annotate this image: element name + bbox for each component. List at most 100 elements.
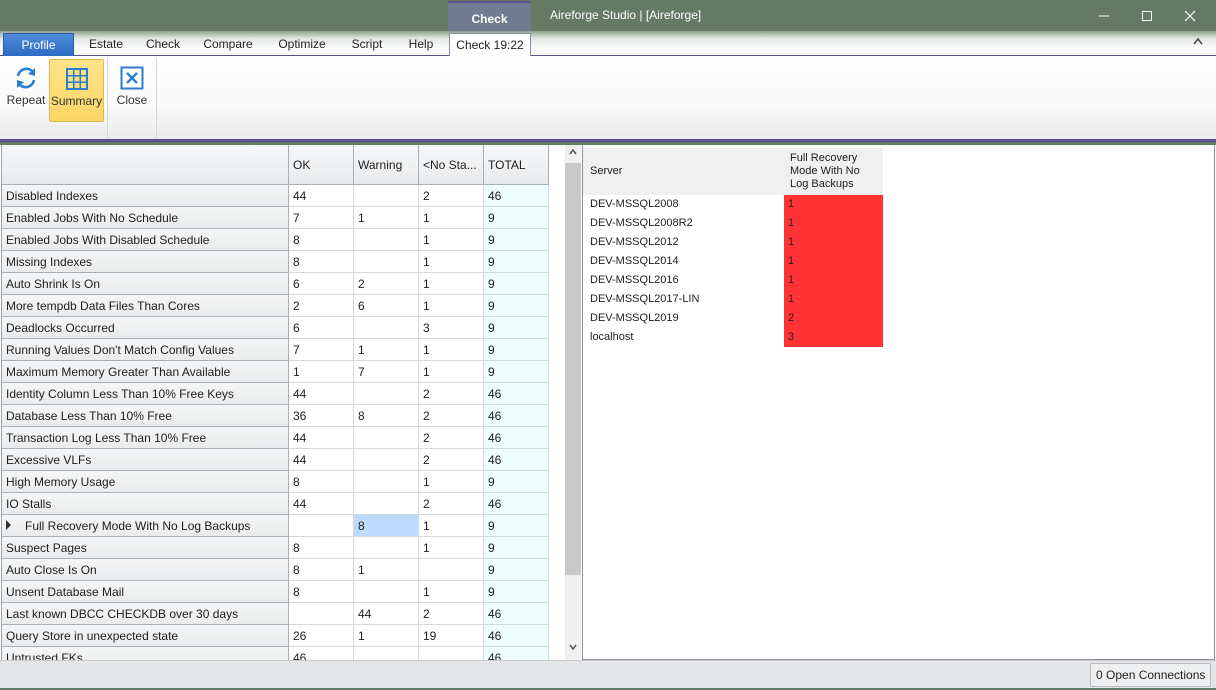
table-row[interactable]: Database Less Than 10% Free 36 8 2 46 (2, 405, 549, 427)
ok-cell[interactable]: 8 (289, 251, 354, 273)
warning-cell[interactable] (354, 647, 419, 660)
table-row[interactable]: Missing Indexes 8 1 9 (2, 251, 549, 273)
total-cell[interactable]: 9 (484, 229, 549, 251)
total-cell[interactable]: 46 (484, 449, 549, 471)
scrollbar-thumb[interactable] (565, 163, 581, 575)
row-header[interactable]: More tempdb Data Files Than Cores (2, 295, 289, 317)
ok-cell[interactable]: 44 (289, 383, 354, 405)
column-header-ok[interactable]: OK (289, 145, 354, 184)
row-header[interactable]: Query Store in unexpected state (2, 625, 289, 647)
total-cell[interactable]: 46 (484, 603, 549, 625)
row-header[interactable]: Unsent Database Mail (2, 581, 289, 603)
warning-cell[interactable]: 1 (354, 339, 419, 361)
ok-cell[interactable] (289, 603, 354, 625)
warning-cell[interactable]: 8 (354, 515, 419, 537)
total-cell[interactable]: 46 (484, 383, 549, 405)
table-row[interactable]: Excessive VLFs 44 2 46 (2, 449, 549, 471)
total-cell[interactable]: 9 (484, 559, 549, 581)
table-row[interactable]: Auto Close Is On 8 1 9 (2, 559, 549, 581)
total-cell[interactable]: 9 (484, 361, 549, 383)
tab-script[interactable]: Script (346, 33, 388, 56)
table-row[interactable]: Suspect Pages 8 1 9 (2, 537, 549, 559)
ok-cell[interactable]: 36 (289, 405, 354, 427)
table-row[interactable]: Unsent Database Mail 8 1 9 (2, 581, 549, 603)
minimize-button[interactable] (1081, 0, 1127, 31)
detail-row[interactable]: DEV-MSSQL2017-LIN 1 (583, 290, 883, 309)
row-header[interactable]: Untrusted FKs (2, 647, 289, 660)
issue-count-cell[interactable]: 1 (784, 233, 883, 252)
tab-compare[interactable]: Compare (198, 33, 258, 56)
row-header[interactable]: Disabled Indexes (2, 185, 289, 207)
no-status-cell[interactable]: 1 (419, 581, 484, 603)
scroll-up-button[interactable] (565, 147, 581, 163)
row-header[interactable]: Suspect Pages (2, 537, 289, 559)
total-cell[interactable]: 9 (484, 339, 549, 361)
total-cell[interactable]: 9 (484, 537, 549, 559)
open-connections-status[interactable]: 0 Open Connections (1090, 663, 1211, 687)
ok-cell[interactable]: 8 (289, 229, 354, 251)
no-status-cell[interactable]: 1 (419, 229, 484, 251)
tab-help[interactable]: Help (402, 33, 440, 56)
total-cell[interactable]: 46 (484, 625, 549, 647)
table-row[interactable]: Full Recovery Mode With No Log Backups 8 1… (2, 515, 549, 537)
row-header[interactable]: Identity Column Less Than 10% Free Keys (2, 383, 289, 405)
total-cell[interactable]: 9 (484, 471, 549, 493)
warning-cell[interactable] (354, 427, 419, 449)
warning-cell[interactable]: 7 (354, 361, 419, 383)
total-cell[interactable]: 46 (484, 185, 549, 207)
no-status-cell[interactable]: 1 (419, 207, 484, 229)
no-status-cell[interactable]: 2 (419, 383, 484, 405)
tab-estate[interactable]: Estate (84, 33, 128, 56)
total-cell[interactable]: 9 (484, 581, 549, 603)
no-status-cell[interactable]: 1 (419, 295, 484, 317)
column-header-total[interactable]: TOTAL (484, 145, 549, 184)
table-row[interactable]: Disabled Indexes 44 2 46 (2, 185, 549, 207)
ok-cell[interactable]: 44 (289, 493, 354, 515)
tab-check[interactable]: Check (140, 33, 186, 56)
detail-row[interactable]: localhost 3 (583, 328, 883, 347)
no-status-cell[interactable]: 1 (419, 471, 484, 493)
issue-count-cell[interactable]: 1 (784, 271, 883, 290)
total-cell[interactable]: 46 (484, 427, 549, 449)
ok-cell[interactable]: 6 (289, 317, 354, 339)
row-header[interactable]: Auto Shrink Is On (2, 273, 289, 295)
tab-profile[interactable]: Profile (3, 33, 74, 56)
ok-cell[interactable]: 8 (289, 559, 354, 581)
column-header-check[interactable] (2, 145, 289, 184)
total-cell[interactable]: 46 (484, 647, 549, 660)
no-status-cell[interactable]: 2 (419, 405, 484, 427)
row-header[interactable]: Maximum Memory Greater Than Available (2, 361, 289, 383)
table-row[interactable]: Transaction Log Less Than 10% Free 44 2 46 (2, 427, 549, 449)
ok-cell[interactable]: 8 (289, 471, 354, 493)
warning-cell[interactable] (354, 185, 419, 207)
repeat-button[interactable]: Repeat (4, 59, 48, 122)
table-row[interactable]: Query Store in unexpected state 26 1 19 46 (2, 625, 549, 647)
warning-cell[interactable]: 44 (354, 603, 419, 625)
issue-count-cell[interactable]: 1 (784, 252, 883, 271)
no-status-cell[interactable]: 2 (419, 493, 484, 515)
maximize-button[interactable] (1124, 0, 1170, 31)
row-header[interactable]: Transaction Log Less Than 10% Free (2, 427, 289, 449)
column-header-warning[interactable]: Warning (354, 145, 419, 184)
total-cell[interactable]: 9 (484, 273, 549, 295)
no-status-cell[interactable] (419, 647, 484, 660)
table-row[interactable]: More tempdb Data Files Than Cores 2 6 1 9 (2, 295, 549, 317)
no-status-cell[interactable]: 1 (419, 339, 484, 361)
no-status-cell[interactable]: 1 (419, 251, 484, 273)
grid-vertical-scrollbar[interactable] (565, 145, 581, 660)
table-row[interactable]: Running Values Don't Match Config Values… (2, 339, 549, 361)
close-window-button[interactable] (1167, 0, 1213, 31)
warning-cell[interactable] (354, 537, 419, 559)
summary-button[interactable]: Summary (49, 59, 104, 122)
warning-cell[interactable] (354, 317, 419, 339)
total-cell[interactable]: 9 (484, 295, 549, 317)
warning-cell[interactable] (354, 449, 419, 471)
detail-row[interactable]: DEV-MSSQL2014 1 (583, 252, 883, 271)
total-cell[interactable]: 9 (484, 515, 549, 537)
ok-cell[interactable]: 7 (289, 339, 354, 361)
ok-cell[interactable]: 44 (289, 449, 354, 471)
summary-grid[interactable]: OK Warning <No Sta... TOTAL Disabled Ind… (1, 145, 549, 660)
table-row[interactable]: Last known DBCC CHECKDB over 30 days 44 2 4… (2, 603, 549, 625)
ok-cell[interactable]: 6 (289, 273, 354, 295)
table-row[interactable]: Maximum Memory Greater Than Available 1 7 1… (2, 361, 549, 383)
